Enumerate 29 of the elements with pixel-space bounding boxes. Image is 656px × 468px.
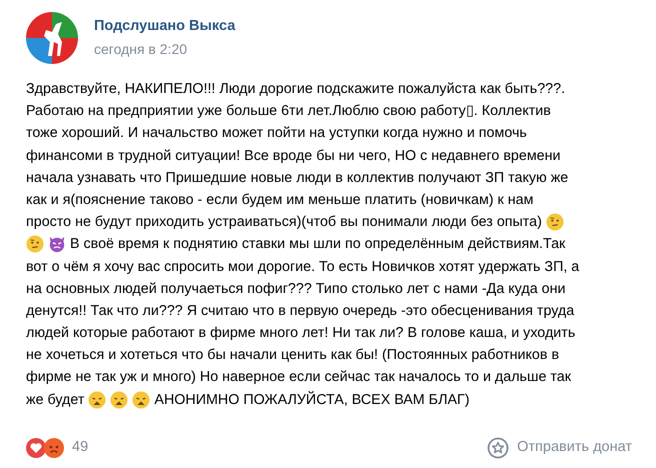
reaction-count: 49 bbox=[72, 438, 88, 457]
post-text: людей которые работают в фирме много лет! Ни так ли? В голове каша, и уходить bbox=[26, 324, 576, 344]
devil-emoji-icon bbox=[48, 235, 66, 254]
post-text: Здравствуйте, НАКИПЕЛО!!! Люди дорогие подскажите пожалуйста как быть???. bbox=[26, 80, 566, 99]
donate-link[interactable]: Отправить донат bbox=[487, 436, 632, 459]
post-text: не хочеться и хотеться что бы начали ценить как бы! (Постоянных работников в bbox=[26, 346, 560, 366]
post-text: финансоми в трудной ситуации! Все вроде бы ни чего, НО с недавнего времени bbox=[26, 146, 560, 166]
doubtful-emoji-icon bbox=[26, 235, 44, 254]
heart-reaction-icon[interactable] bbox=[26, 438, 46, 458]
post-text: начала узнавать что Пришедшие новые люди в коллектив получают ЗП такую же bbox=[26, 168, 568, 188]
logo-icon[interactable] bbox=[26, 12, 78, 64]
post-text: как и я(пояснение таково - если будем им меньше платить (новичкам) к нам bbox=[26, 190, 534, 210]
post-text: денутся!! Так что ли??? Я считаю что в первую очередь -это обесценивания труда bbox=[26, 302, 574, 321]
post-text: на основных людей получаеться пофиг??? Типо столько лет с нами -Да куда они bbox=[26, 280, 566, 299]
post-text: Работаю на предприятии уже больше 6ти лет.Люблю свою работу▯. Коллектив bbox=[26, 102, 551, 122]
post-text: АНОНИМНО ПОЖАЛУЙСТА, ВСЕХ ВАМ БЛАГ) bbox=[154, 390, 470, 410]
post-text: тоже хороший. И начальство может пойти на уступки когда нужно и помочь bbox=[26, 124, 527, 144]
weary-emoji-icon bbox=[132, 390, 150, 409]
weary-emoji-icon bbox=[88, 390, 106, 409]
weary-emoji-icon bbox=[110, 390, 128, 409]
post-text: просто не будут приходить устраиваться)(чтоб вы понимали люди без опыта) bbox=[26, 213, 542, 232]
post-text: вот о чём я хочу вас спросить мои дорогие. То есть Новичков хотят удержать ЗП, а bbox=[26, 258, 580, 276]
post-text: фирме не так уж и много) Но наверное если сейчас так началось то и дальше так bbox=[26, 368, 571, 388]
angry-reaction-icon[interactable] bbox=[44, 438, 64, 458]
post-time[interactable]: сегодня в 2:20 bbox=[94, 39, 236, 60]
author-name[interactable]: Подслушано Выкса bbox=[94, 16, 236, 38]
post-text: В своё время к поднятию ставки мы шли по определённым действиям.Так bbox=[70, 235, 566, 254]
doubtful-emoji-icon bbox=[546, 213, 564, 232]
post-text: же будет bbox=[26, 390, 84, 410]
